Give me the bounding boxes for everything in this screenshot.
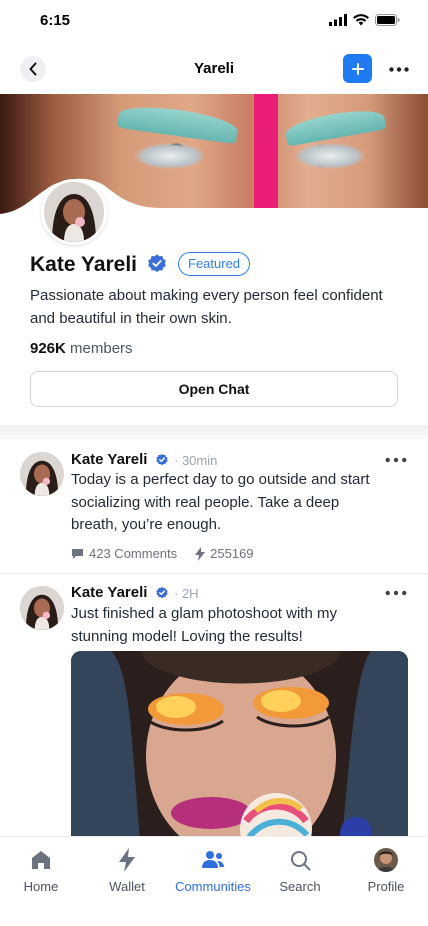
battery-icon xyxy=(375,14,400,26)
plus-icon xyxy=(351,62,364,75)
open-chat-button[interactable]: Open Chat xyxy=(30,371,398,407)
status-icons xyxy=(329,14,400,26)
home-icon xyxy=(32,851,50,869)
post-time: · 30min xyxy=(174,453,218,468)
nav-wallet[interactable]: Wallet xyxy=(82,845,172,894)
verified-badge-icon xyxy=(148,254,166,273)
status-bar: 6:15 xyxy=(0,0,428,44)
verified-badge-icon xyxy=(156,453,168,466)
post-avatar[interactable] xyxy=(20,452,64,496)
bottom-navigation: Home Wallet Communities Search Profile xyxy=(0,836,428,926)
reactions-count[interactable]: 255169 xyxy=(195,546,254,561)
nav-label: Profile xyxy=(367,879,405,894)
bolt-icon xyxy=(119,848,135,872)
add-button[interactable] xyxy=(343,54,372,83)
profile-name: Kate Yareli xyxy=(30,253,138,276)
top-header: Yareli xyxy=(0,52,428,86)
members-label: members xyxy=(70,340,133,357)
post-image[interactable] xyxy=(71,651,408,851)
nav-label: Wallet xyxy=(109,879,145,894)
nav-label: Home xyxy=(23,879,59,894)
nav-home[interactable]: Home xyxy=(0,845,86,894)
nav-label: Communities xyxy=(175,879,251,894)
members-count: 926K members xyxy=(30,340,133,357)
avatar xyxy=(374,848,398,872)
section-divider xyxy=(0,425,428,439)
featured-badge: Featured xyxy=(178,252,251,276)
search-icon xyxy=(290,850,310,870)
people-icon xyxy=(202,851,224,868)
comment-icon xyxy=(72,548,83,559)
more-dots-icon xyxy=(389,66,409,72)
nav-label: Search xyxy=(279,879,321,894)
verified-badge-icon xyxy=(156,586,168,599)
post-stats: 423 Comments 255169 xyxy=(71,546,254,561)
post-avatar[interactable] xyxy=(20,586,64,630)
nav-communities[interactable]: Communities xyxy=(168,845,258,894)
bolt-icon xyxy=(195,546,206,561)
post-author[interactable]: Kate Yareli xyxy=(71,451,147,468)
post-divider xyxy=(0,573,428,574)
post-text: Today is a perfect day to go outside and… xyxy=(71,471,370,533)
more-options-button[interactable] xyxy=(388,60,410,78)
profile-bio: Passionate about making every person fee… xyxy=(30,287,383,327)
status-time: 6:15 xyxy=(40,12,71,29)
comments-count[interactable]: 423 Comments xyxy=(71,546,177,561)
signal-icon xyxy=(329,14,347,26)
more-dots-icon[interactable] xyxy=(385,588,407,598)
more-dots-icon[interactable] xyxy=(385,455,407,465)
members-number: 926K xyxy=(30,340,66,357)
post-time: · 2H xyxy=(174,586,199,601)
post-text: Just finished a glam photoshoot with my … xyxy=(71,605,337,645)
nav-profile[interactable]: Profile xyxy=(341,845,428,894)
wifi-icon xyxy=(353,14,369,26)
nav-search[interactable]: Search xyxy=(255,845,345,894)
profile-avatar[interactable] xyxy=(41,179,107,245)
post-author[interactable]: Kate Yareli xyxy=(71,584,147,601)
